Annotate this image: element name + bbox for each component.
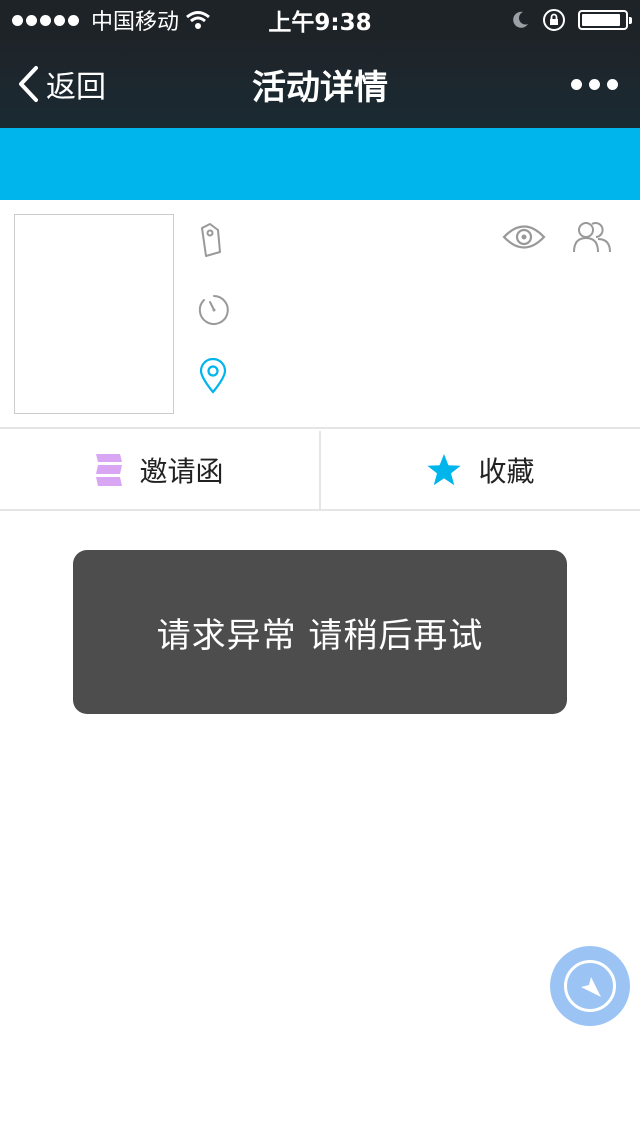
status-right [510, 0, 632, 40]
invitation-label: 邀请函 [139, 455, 224, 488]
battery-level [582, 14, 620, 26]
chevron-left-icon [19, 66, 38, 102]
action-row: 邀请函 收藏 [0, 431, 640, 511]
timer-icon [198, 295, 229, 325]
moon-icon [513, 11, 528, 28]
back-button[interactable]: 返回 [16, 40, 106, 128]
people-icon [573, 222, 611, 253]
activity-poster-image [14, 214, 174, 414]
floating-button-ring [564, 960, 616, 1012]
favorite-label: 收藏 [478, 455, 535, 488]
more-options-button[interactable] [571, 40, 618, 128]
toast-message: 请求异常 请稍后再试 [156, 615, 484, 656]
activity-banner [0, 128, 640, 200]
more-dot-icon [571, 78, 582, 90]
status-bar: 中国移动 上午9:38 [0, 0, 640, 40]
tag-icon [201, 223, 221, 257]
error-toast: 请求异常 请稍后再试 [73, 550, 567, 714]
battery-icon [578, 10, 632, 30]
navigation-bar: 返回 活动详情 [0, 40, 640, 128]
favorite-button[interactable]: 收藏 [321, 431, 640, 509]
star-icon [427, 454, 462, 486]
wifi-icon [186, 11, 210, 29]
location-pin-icon [199, 358, 227, 394]
status-left: 中国移动 [12, 0, 211, 40]
invitation-button[interactable]: 邀请函 [0, 431, 319, 509]
more-dot-icon [607, 78, 618, 90]
invitation-icon [96, 454, 123, 486]
activity-info-section [0, 200, 640, 429]
floating-navigation-button[interactable] [550, 946, 630, 1026]
back-button-label: 返回 [46, 70, 106, 105]
rotation-lock-icon [543, 9, 565, 31]
eye-icon [502, 225, 546, 249]
signal-strength-icon [12, 14, 79, 26]
more-dot-icon [589, 78, 600, 90]
carrier-name: 中国移动 [91, 10, 180, 35]
cursor-arrow-icon [581, 977, 601, 997]
